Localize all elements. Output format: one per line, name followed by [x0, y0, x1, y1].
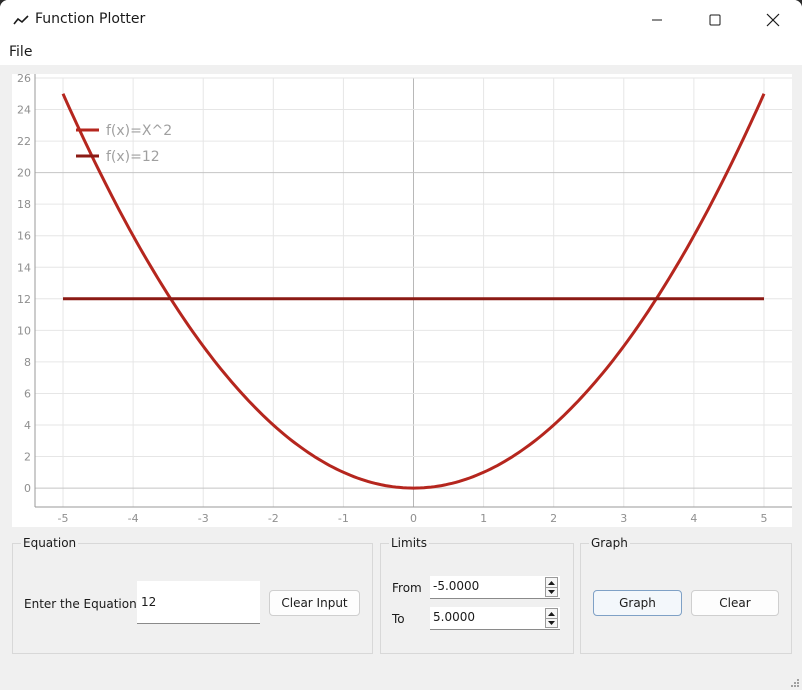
menu-bar: File [0, 40, 802, 65]
legend: f(x)=X^2 f(x)=12 [76, 123, 172, 165]
close-icon [766, 13, 780, 27]
from-label: From [392, 581, 422, 595]
from-decrement-button[interactable] [546, 587, 557, 596]
y-tick-label: 8 [24, 356, 31, 369]
y-tick-label: 24 [17, 104, 31, 117]
x-tick-label: 0 [410, 512, 417, 525]
arrow-down-icon [548, 620, 555, 625]
grid [35, 77, 792, 507]
graph-group: Graph Graph Clear [580, 536, 792, 654]
to-value: 5.0000 [433, 610, 475, 624]
to-decrement-button[interactable] [546, 618, 557, 627]
x-axis-ticks: -5 -4 -3 -2 -1 0 1 2 3 4 5 [58, 512, 768, 525]
y-tick-label: 16 [17, 230, 31, 243]
menu-file[interactable]: File [9, 44, 32, 60]
x-tick-label: -1 [338, 512, 349, 525]
from-increment-button[interactable] [546, 578, 557, 587]
equation-label: Enter the Equation [24, 597, 137, 611]
y-tick-label: 2 [24, 451, 31, 464]
clear-button[interactable]: Clear [691, 590, 779, 616]
x-tick-label: -3 [198, 512, 209, 525]
y-tick-label: 18 [17, 198, 31, 211]
from-spin-arrows [545, 577, 558, 597]
x-tick-label: 5 [760, 512, 767, 525]
limits-group-title: Limits [389, 536, 429, 550]
minimize-icon [652, 19, 662, 21]
maximize-icon [709, 14, 721, 26]
function-plot: 02468101214161820222426 -5 -4 -3 -2 -1 0 1 2 3 4 5… [17, 72, 792, 525]
to-label: To [392, 612, 405, 626]
x-tick-label: 1 [480, 512, 487, 525]
to-spinbox[interactable]: 5.0000 [430, 607, 560, 630]
graph-group-title: Graph [589, 536, 630, 550]
line-chart-icon [13, 15, 29, 25]
chart-area: 0 2 4 6 8 10 12 14 16 18 20 22 24 26 -5 -4 -3 -2 -1 0 1 2 3 4 5… [12, 72, 792, 527]
x-tick-label: -4 [128, 512, 139, 525]
y-tick-label: 22 [17, 135, 31, 148]
maximize-button[interactable] [686, 0, 744, 40]
clear-input-button[interactable]: Clear Input [269, 590, 360, 616]
minimize-button[interactable] [628, 0, 686, 40]
y-tick-label: 12 [17, 293, 31, 306]
graph-button[interactable]: Graph [593, 590, 682, 616]
x-tick-label: 2 [550, 512, 557, 525]
title-bar: Function Plotter [0, 0, 802, 40]
x-tick-label: -2 [268, 512, 279, 525]
y-tick-label: 6 [24, 387, 31, 400]
window-title: Function Plotter [35, 11, 146, 27]
arrow-up-icon [548, 611, 555, 616]
from-spinbox[interactable]: -5.0000 [430, 576, 560, 599]
close-button[interactable] [744, 0, 802, 40]
equation-group-title: Equation [21, 536, 79, 550]
x-tick-label: 3 [620, 512, 627, 525]
x-tick-label: -5 [58, 512, 69, 525]
arrow-up-icon [548, 580, 555, 585]
x-tick-label: 4 [690, 512, 697, 525]
equation-group: Equation Enter the Equation Clear Input [12, 536, 373, 654]
y-axis-ticks: 02468101214161820222426 [17, 72, 31, 495]
legend-label: f(x)=X^2 [106, 123, 172, 139]
y-tick-label: 26 [17, 74, 31, 85]
arrow-down-icon [548, 589, 555, 594]
y-tick-label: 0 [24, 482, 31, 495]
limits-group: Limits From -5.0000 To 5.0000 [380, 536, 574, 654]
resize-grip-icon[interactable] [790, 678, 800, 688]
y-tick-label: 14 [17, 261, 31, 274]
to-spin-arrows [545, 608, 558, 628]
to-increment-button[interactable] [546, 609, 557, 618]
legend-label: f(x)=12 [106, 149, 160, 165]
app-window: Function Plotter File 0 2 4 6 8 10 12 14 16 18 20 2… [0, 0, 802, 690]
y-tick-label: 20 [17, 167, 31, 180]
from-value: -5.0000 [433, 579, 480, 593]
y-tick-label: 10 [17, 324, 31, 337]
y-tick-label: 4 [24, 419, 31, 432]
equation-input[interactable] [137, 581, 260, 624]
